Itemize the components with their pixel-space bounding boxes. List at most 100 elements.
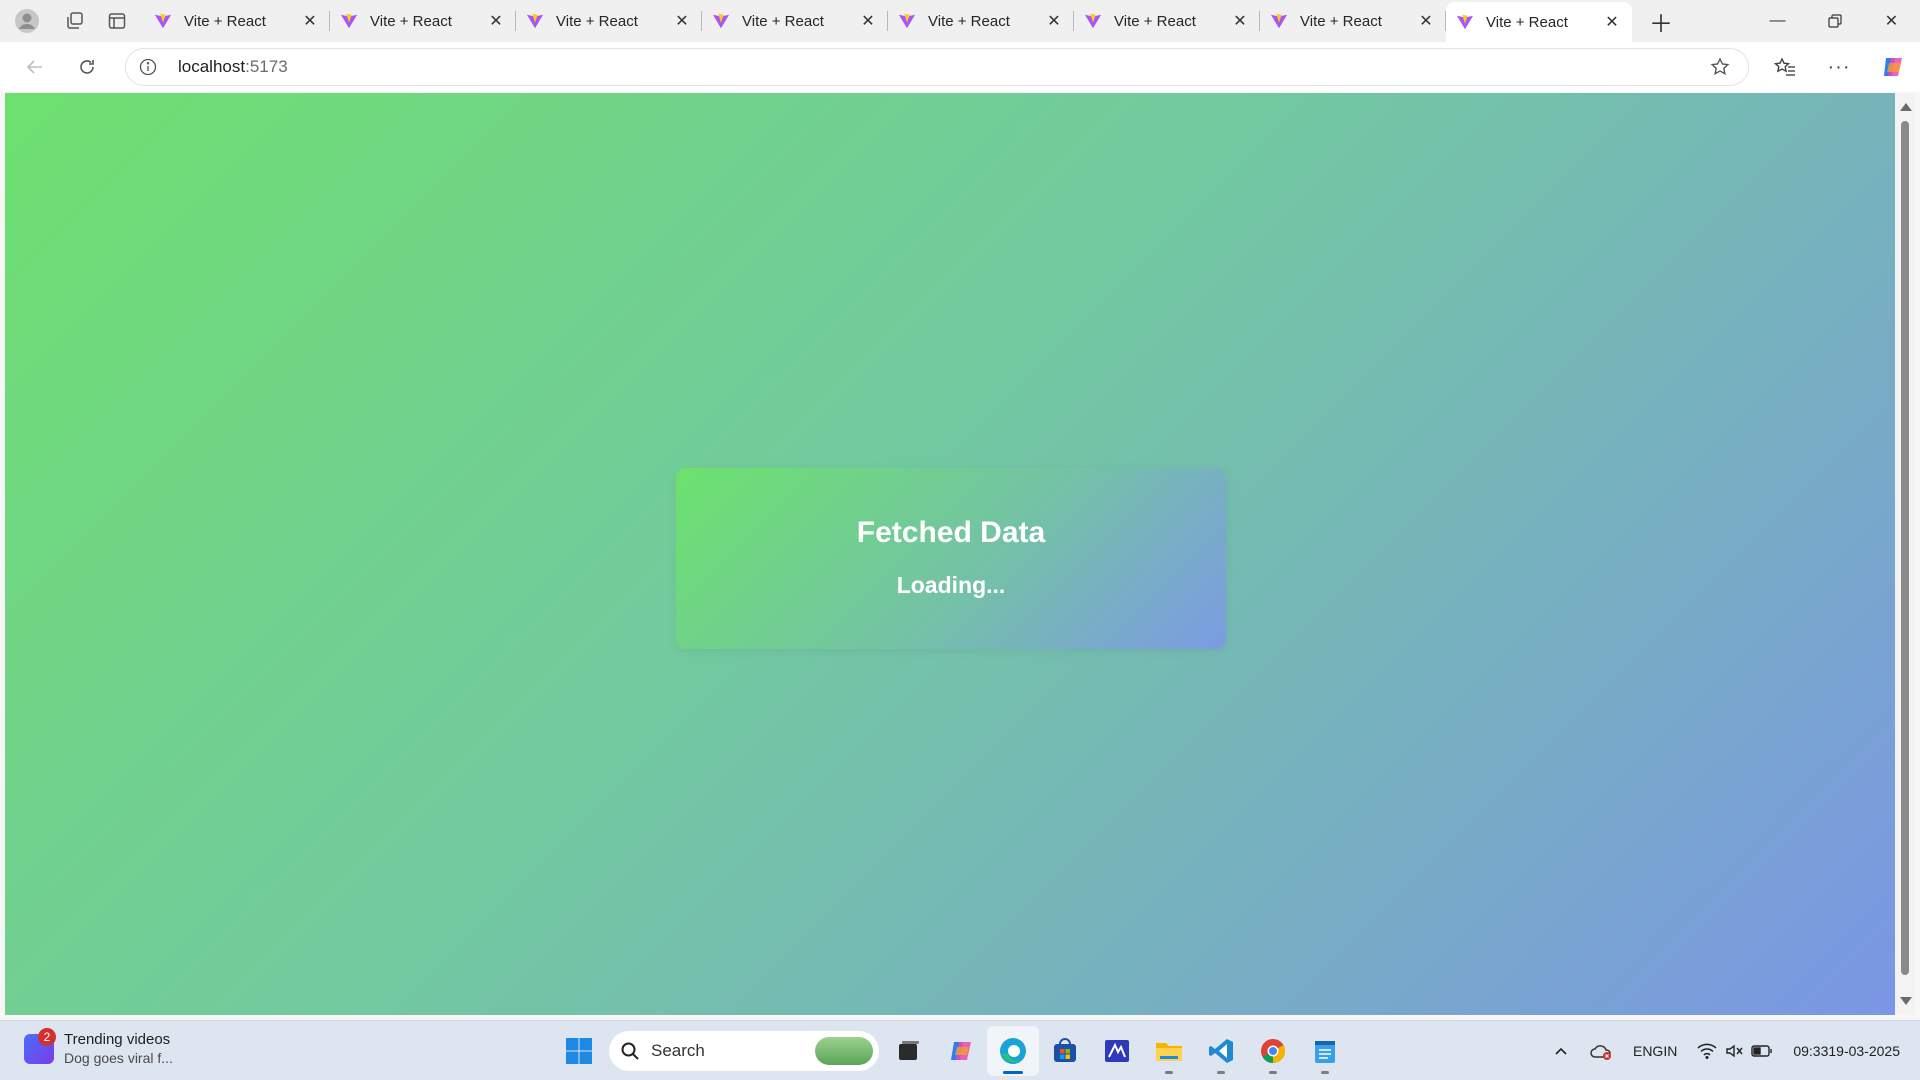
- tab-close-button[interactable]: ✕: [1044, 11, 1064, 31]
- new-tab-button[interactable]: ＋: [1640, 0, 1682, 42]
- notepad-app-button[interactable]: [1299, 1026, 1351, 1076]
- news-subtitle: Dog goes viral f...: [64, 1050, 173, 1066]
- browser-tab[interactable]: Vite + React ✕: [516, 0, 702, 42]
- settings-more-button[interactable]: ···: [1812, 42, 1866, 92]
- taskbar-apps: Search: [553, 1026, 1351, 1076]
- vscode-app-button[interactable]: [1195, 1026, 1247, 1076]
- running-indicator: [1321, 1071, 1329, 1074]
- workspaces-button[interactable]: [54, 0, 96, 42]
- add-favorite-button[interactable]: [1710, 57, 1730, 82]
- news-widget[interactable]: 2 Trending videos Dog goes viral f...: [24, 1028, 173, 1067]
- favorites-button[interactable]: [1758, 42, 1812, 92]
- tab-close-button[interactable]: ✕: [486, 11, 506, 31]
- page-viewport: Fetched Data Loading...: [5, 93, 1895, 1015]
- browser-tab[interactable]: Vite + React ✕: [1074, 0, 1260, 42]
- start-button[interactable]: [553, 1026, 605, 1076]
- tab-close-button[interactable]: ✕: [858, 11, 878, 31]
- tab-close-button[interactable]: ✕: [1602, 12, 1622, 32]
- edge-app-button[interactable]: [987, 1026, 1039, 1076]
- vite-favicon-icon: [712, 13, 730, 29]
- browser-tab[interactable]: Vite + React ✕: [144, 0, 330, 42]
- widgets-icon: 2: [24, 1028, 56, 1064]
- language-code: ENG: [1632, 1043, 1664, 1059]
- search-highlight-icon: [815, 1037, 873, 1065]
- onedrive-status-button[interactable]: [1579, 1021, 1623, 1080]
- site-info-button[interactable]: [126, 58, 170, 76]
- task-view-icon: [899, 1041, 919, 1060]
- browser-tab-active[interactable]: Vite + React ✕: [1446, 2, 1632, 42]
- url-port: :5173: [245, 57, 288, 76]
- clock-button[interactable]: 09:33 19-03-2025: [1783, 1021, 1920, 1080]
- copilot-app-button[interactable]: [935, 1026, 987, 1076]
- tab-close-button[interactable]: ✕: [672, 11, 692, 31]
- edge-icon: [1000, 1038, 1026, 1064]
- browser-toolbar: localhost:5173 ···: [0, 42, 1920, 92]
- window-controls: — ✕: [1749, 0, 1920, 42]
- url-host: localhost: [178, 57, 246, 76]
- vite-favicon-icon: [1456, 14, 1474, 30]
- tab-close-button[interactable]: ✕: [300, 11, 320, 31]
- profile-icon: [15, 9, 39, 33]
- address-bar[interactable]: localhost:5173: [125, 48, 1749, 86]
- scroll-up-arrow-icon[interactable]: [1900, 103, 1912, 111]
- math-app-button[interactable]: [1091, 1026, 1143, 1076]
- data-card: Fetched Data Loading...: [676, 468, 1226, 649]
- close-icon: ✕: [1884, 13, 1899, 30]
- tab-title: Vite + React: [370, 12, 452, 30]
- refresh-icon: [80, 60, 94, 74]
- search-icon: [609, 1041, 651, 1061]
- task-view-button[interactable]: [883, 1026, 935, 1076]
- vite-favicon-icon: [526, 13, 544, 29]
- notepad-icon: [1315, 1041, 1335, 1063]
- close-window-button[interactable]: ✕: [1863, 0, 1920, 42]
- volume-muted-icon: [1726, 1044, 1743, 1058]
- browser-tab[interactable]: Vite + React ✕: [330, 0, 516, 42]
- input-language-button[interactable]: ENG IN: [1623, 1021, 1687, 1080]
- tab-close-button[interactable]: ✕: [1230, 11, 1250, 31]
- tab-title: Vite + React: [1300, 12, 1382, 30]
- cloud-error-icon: [1590, 1045, 1611, 1060]
- store-app-button[interactable]: [1039, 1026, 1091, 1076]
- card-heading: Fetched Data: [856, 516, 1046, 549]
- profile-button[interactable]: [0, 0, 54, 42]
- tab-close-button[interactable]: ✕: [1416, 11, 1436, 31]
- file-explorer-button[interactable]: [1143, 1026, 1195, 1076]
- loading-status: Loading...: [896, 572, 1006, 598]
- vite-favicon-icon: [340, 13, 358, 29]
- info-icon: [139, 58, 157, 76]
- browser-tab[interactable]: Vite + React ✕: [1260, 0, 1446, 42]
- restore-button[interactable]: [1806, 0, 1863, 42]
- vite-favicon-icon: [154, 13, 172, 29]
- copilot-button[interactable]: [1866, 42, 1920, 92]
- tab-title: Vite + React: [1114, 12, 1196, 30]
- vertical-scrollbar[interactable]: [1895, 93, 1915, 1015]
- vite-favicon-icon: [898, 13, 916, 29]
- running-indicator: [1217, 1071, 1225, 1074]
- clock-time: 09:33: [1793, 1043, 1829, 1059]
- scrollbar-thumb[interactable]: [1901, 121, 1909, 975]
- tab-title: Vite + React: [1486, 13, 1568, 31]
- star-icon: [1710, 57, 1730, 76]
- back-button[interactable]: [14, 46, 56, 88]
- refresh-button[interactable]: [66, 46, 108, 88]
- chrome-app-button[interactable]: [1247, 1026, 1299, 1076]
- wifi-icon: [1697, 1043, 1717, 1059]
- minimize-button[interactable]: —: [1749, 0, 1806, 42]
- browser-tab[interactable]: Vite + React ✕: [888, 0, 1074, 42]
- favorites-icon: [1774, 57, 1795, 76]
- browser-tab[interactable]: Vite + React ✕: [702, 0, 888, 42]
- taskbar-search[interactable]: Search: [609, 1031, 879, 1071]
- chevron-up-icon: [1555, 1047, 1567, 1055]
- news-text: Trending videos Dog goes viral f...: [64, 1031, 173, 1067]
- chrome-icon: [1261, 1039, 1286, 1063]
- scroll-down-arrow-icon[interactable]: [1900, 997, 1912, 1005]
- tab-title: Vite + React: [556, 12, 638, 30]
- plus-icon: ＋: [1649, 10, 1673, 38]
- show-hidden-icons-button[interactable]: [1543, 1021, 1579, 1080]
- more-icon: ···: [1827, 55, 1851, 78]
- vertical-tabs-button[interactable]: [96, 0, 138, 42]
- quick-settings-button[interactable]: [1687, 1021, 1783, 1080]
- url-text: localhost:5173: [178, 57, 288, 77]
- store-icon: [1054, 1038, 1076, 1062]
- vscode-icon: [1209, 1039, 1233, 1063]
